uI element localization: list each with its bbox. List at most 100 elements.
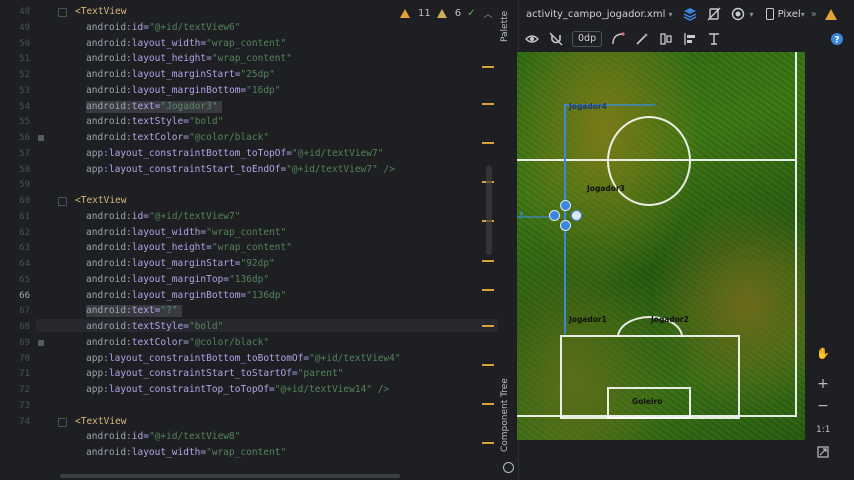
constraint-handle-bottom[interactable]: [560, 220, 571, 231]
player-label[interactable]: Jogador3: [587, 184, 625, 193]
layout-preview-canvas[interactable]: Jogador4 Jogador3 Jogador1 Jogador2 Gole…: [517, 52, 805, 440]
line-number[interactable]: 60: [0, 196, 30, 206]
player-label[interactable]: Goleiro: [632, 397, 662, 406]
chevron-up-icon[interactable]: ︿: [484, 7, 493, 20]
file-select[interactable]: activity_campo_jogador.xml ▾: [526, 9, 673, 20]
line-number[interactable]: 53: [0, 86, 30, 96]
line-number[interactable]: 65: [0, 275, 30, 285]
line-number[interactable]: 54: [0, 102, 30, 112]
scroll-marker[interactable]: [482, 260, 494, 262]
line-number[interactable]: 49: [0, 23, 30, 33]
theme-icon[interactable]: [731, 7, 745, 21]
line-number[interactable]: 56: [0, 133, 30, 143]
fold-toggle[interactable]: [58, 197, 67, 206]
line-number[interactable]: 73: [0, 401, 30, 411]
align-icon[interactable]: [683, 32, 697, 46]
line-number[interactable]: 63: [0, 243, 30, 253]
horizontal-scrollbar[interactable]: [60, 474, 400, 478]
xml-tag-line[interactable]: <TextView: [75, 416, 126, 428]
chevron-down-icon[interactable]: ▾: [750, 10, 754, 19]
code-line[interactable]: android:layout_marginStart="25dp": [86, 69, 275, 81]
code-line[interactable]: android:layout_marginTop="136dp": [86, 274, 269, 286]
code-line[interactable]: app:layout_constraintBottom_toBottomOf="…: [86, 353, 401, 365]
component-tree-icon[interactable]: [503, 462, 514, 473]
scroll-marker[interactable]: [482, 103, 494, 105]
code-editor[interactable]: 48 49 50 51 52 53 54 55 56 57 58 59 60 61 62 63 64 65 66 67…: [0, 0, 498, 480]
default-margin-select[interactable]: 0dp: [572, 31, 603, 47]
line-number[interactable]: 50: [0, 39, 30, 49]
code-line[interactable]: app:layout_constraintTop_toTopOf="@+id/t…: [86, 384, 389, 396]
line-number[interactable]: 69: [0, 338, 30, 348]
eye-icon[interactable]: [525, 32, 539, 46]
line-number[interactable]: 52: [0, 70, 30, 80]
player-label[interactable]: Jogador2: [651, 315, 689, 324]
zoom-in-button[interactable]: +: [816, 377, 830, 391]
constraint-handle-end[interactable]: [571, 210, 582, 221]
fit-screen-icon[interactable]: [816, 446, 830, 460]
player-label[interactable]: Jogador1: [569, 315, 607, 324]
magnet-off-icon[interactable]: [549, 32, 563, 46]
line-number[interactable]: 59: [0, 180, 30, 190]
line-number[interactable]: 51: [0, 54, 30, 64]
code-line[interactable]: android:layout_width="wrap_content": [86, 227, 286, 239]
scroll-marker[interactable]: [482, 289, 494, 291]
code-line[interactable]: android:id="@+id/textView7": [86, 211, 240, 223]
line-number[interactable]: 74: [0, 417, 30, 427]
device-select[interactable]: Pixel ▾: [765, 8, 805, 20]
selected-textview-label[interactable]: ?: [519, 211, 523, 220]
code-line[interactable]: android:layout_marginBottom="16dp": [86, 85, 280, 97]
line-number[interactable]: 61: [0, 212, 30, 222]
scroll-marker[interactable]: [482, 325, 494, 327]
code-line[interactable]: android:layout_height="wrap_content": [86, 53, 292, 65]
code-line[interactable]: android:layout_width="wrap_content": [86, 447, 286, 459]
code-line[interactable]: app:layout_constraintStart_toEndOf="@+id…: [86, 164, 395, 176]
code-line[interactable]: android:text="?": [86, 305, 182, 318]
player-label[interactable]: Jogador4: [569, 102, 607, 111]
line-number[interactable]: 64: [0, 259, 30, 269]
inspection-widget[interactable]: 11 6 ✓ ︿ ﹀: [400, 6, 498, 20]
line-number[interactable]: 62: [0, 228, 30, 238]
code-line[interactable]: android:text="Jogador3": [86, 100, 222, 113]
warning-icon[interactable]: [824, 8, 837, 20]
line-number[interactable]: 67: [0, 306, 30, 316]
scroll-marker[interactable]: [482, 364, 494, 366]
tab-component-tree[interactable]: Component Tree: [500, 378, 510, 452]
line-number[interactable]: 57: [0, 149, 30, 159]
magic-wand-icon[interactable]: [635, 32, 649, 46]
color-swatch-icon[interactable]: [38, 339, 44, 346]
line-number[interactable]: 66: [0, 291, 30, 301]
fold-toggle[interactable]: [58, 417, 67, 427]
line-number[interactable]: 70: [0, 354, 30, 364]
code-line[interactable]: android:id="@+id/textView8": [86, 431, 240, 443]
line-number[interactable]: 55: [0, 117, 30, 127]
layers-icon[interactable]: [683, 7, 697, 21]
code-line[interactable]: app:layout_constraintStart_toStartOf="pa…: [86, 368, 343, 380]
code-line[interactable]: android:textColor="@color/black": [86, 132, 269, 144]
vertical-scrollbar[interactable]: [486, 165, 492, 255]
help-icon[interactable]: ?: [830, 32, 844, 46]
clear-constraints-icon[interactable]: [611, 32, 625, 46]
constraint-handle-top[interactable]: [560, 200, 571, 211]
pan-hand-icon[interactable]: ✋: [816, 347, 830, 361]
guidelines-icon[interactable]: [707, 32, 721, 46]
line-number[interactable]: 48: [0, 7, 30, 17]
scroll-marker[interactable]: [482, 66, 494, 68]
tab-palette[interactable]: Palette: [500, 11, 510, 42]
scroll-marker[interactable]: [482, 142, 494, 144]
zoom-reset-button[interactable]: 1:1: [816, 423, 830, 437]
more-icon[interactable]: »: [811, 9, 817, 20]
scroll-marker[interactable]: [482, 403, 494, 405]
code-line[interactable]: android:layout_marginBottom="136dp": [86, 290, 286, 302]
orientation-icon[interactable]: [707, 7, 721, 21]
zoom-out-button[interactable]: −: [816, 399, 830, 413]
code-line[interactable]: android:layout_width="wrap_content": [86, 38, 286, 50]
code-line[interactable]: android:layout_height="wrap_content": [86, 242, 292, 254]
xml-tag-line[interactable]: <TextView: [75, 195, 126, 207]
xml-tag-line[interactable]: <TextView: [75, 6, 126, 18]
code-line[interactable]: android:layout_marginStart="92dp": [86, 258, 275, 270]
line-number[interactable]: 58: [0, 165, 30, 175]
scroll-marker[interactable]: [482, 442, 494, 444]
fold-toggle[interactable]: [58, 8, 67, 17]
constraint-handle-start[interactable]: [549, 210, 560, 221]
code-line[interactable]: android:textStyle="bold": [86, 321, 223, 333]
